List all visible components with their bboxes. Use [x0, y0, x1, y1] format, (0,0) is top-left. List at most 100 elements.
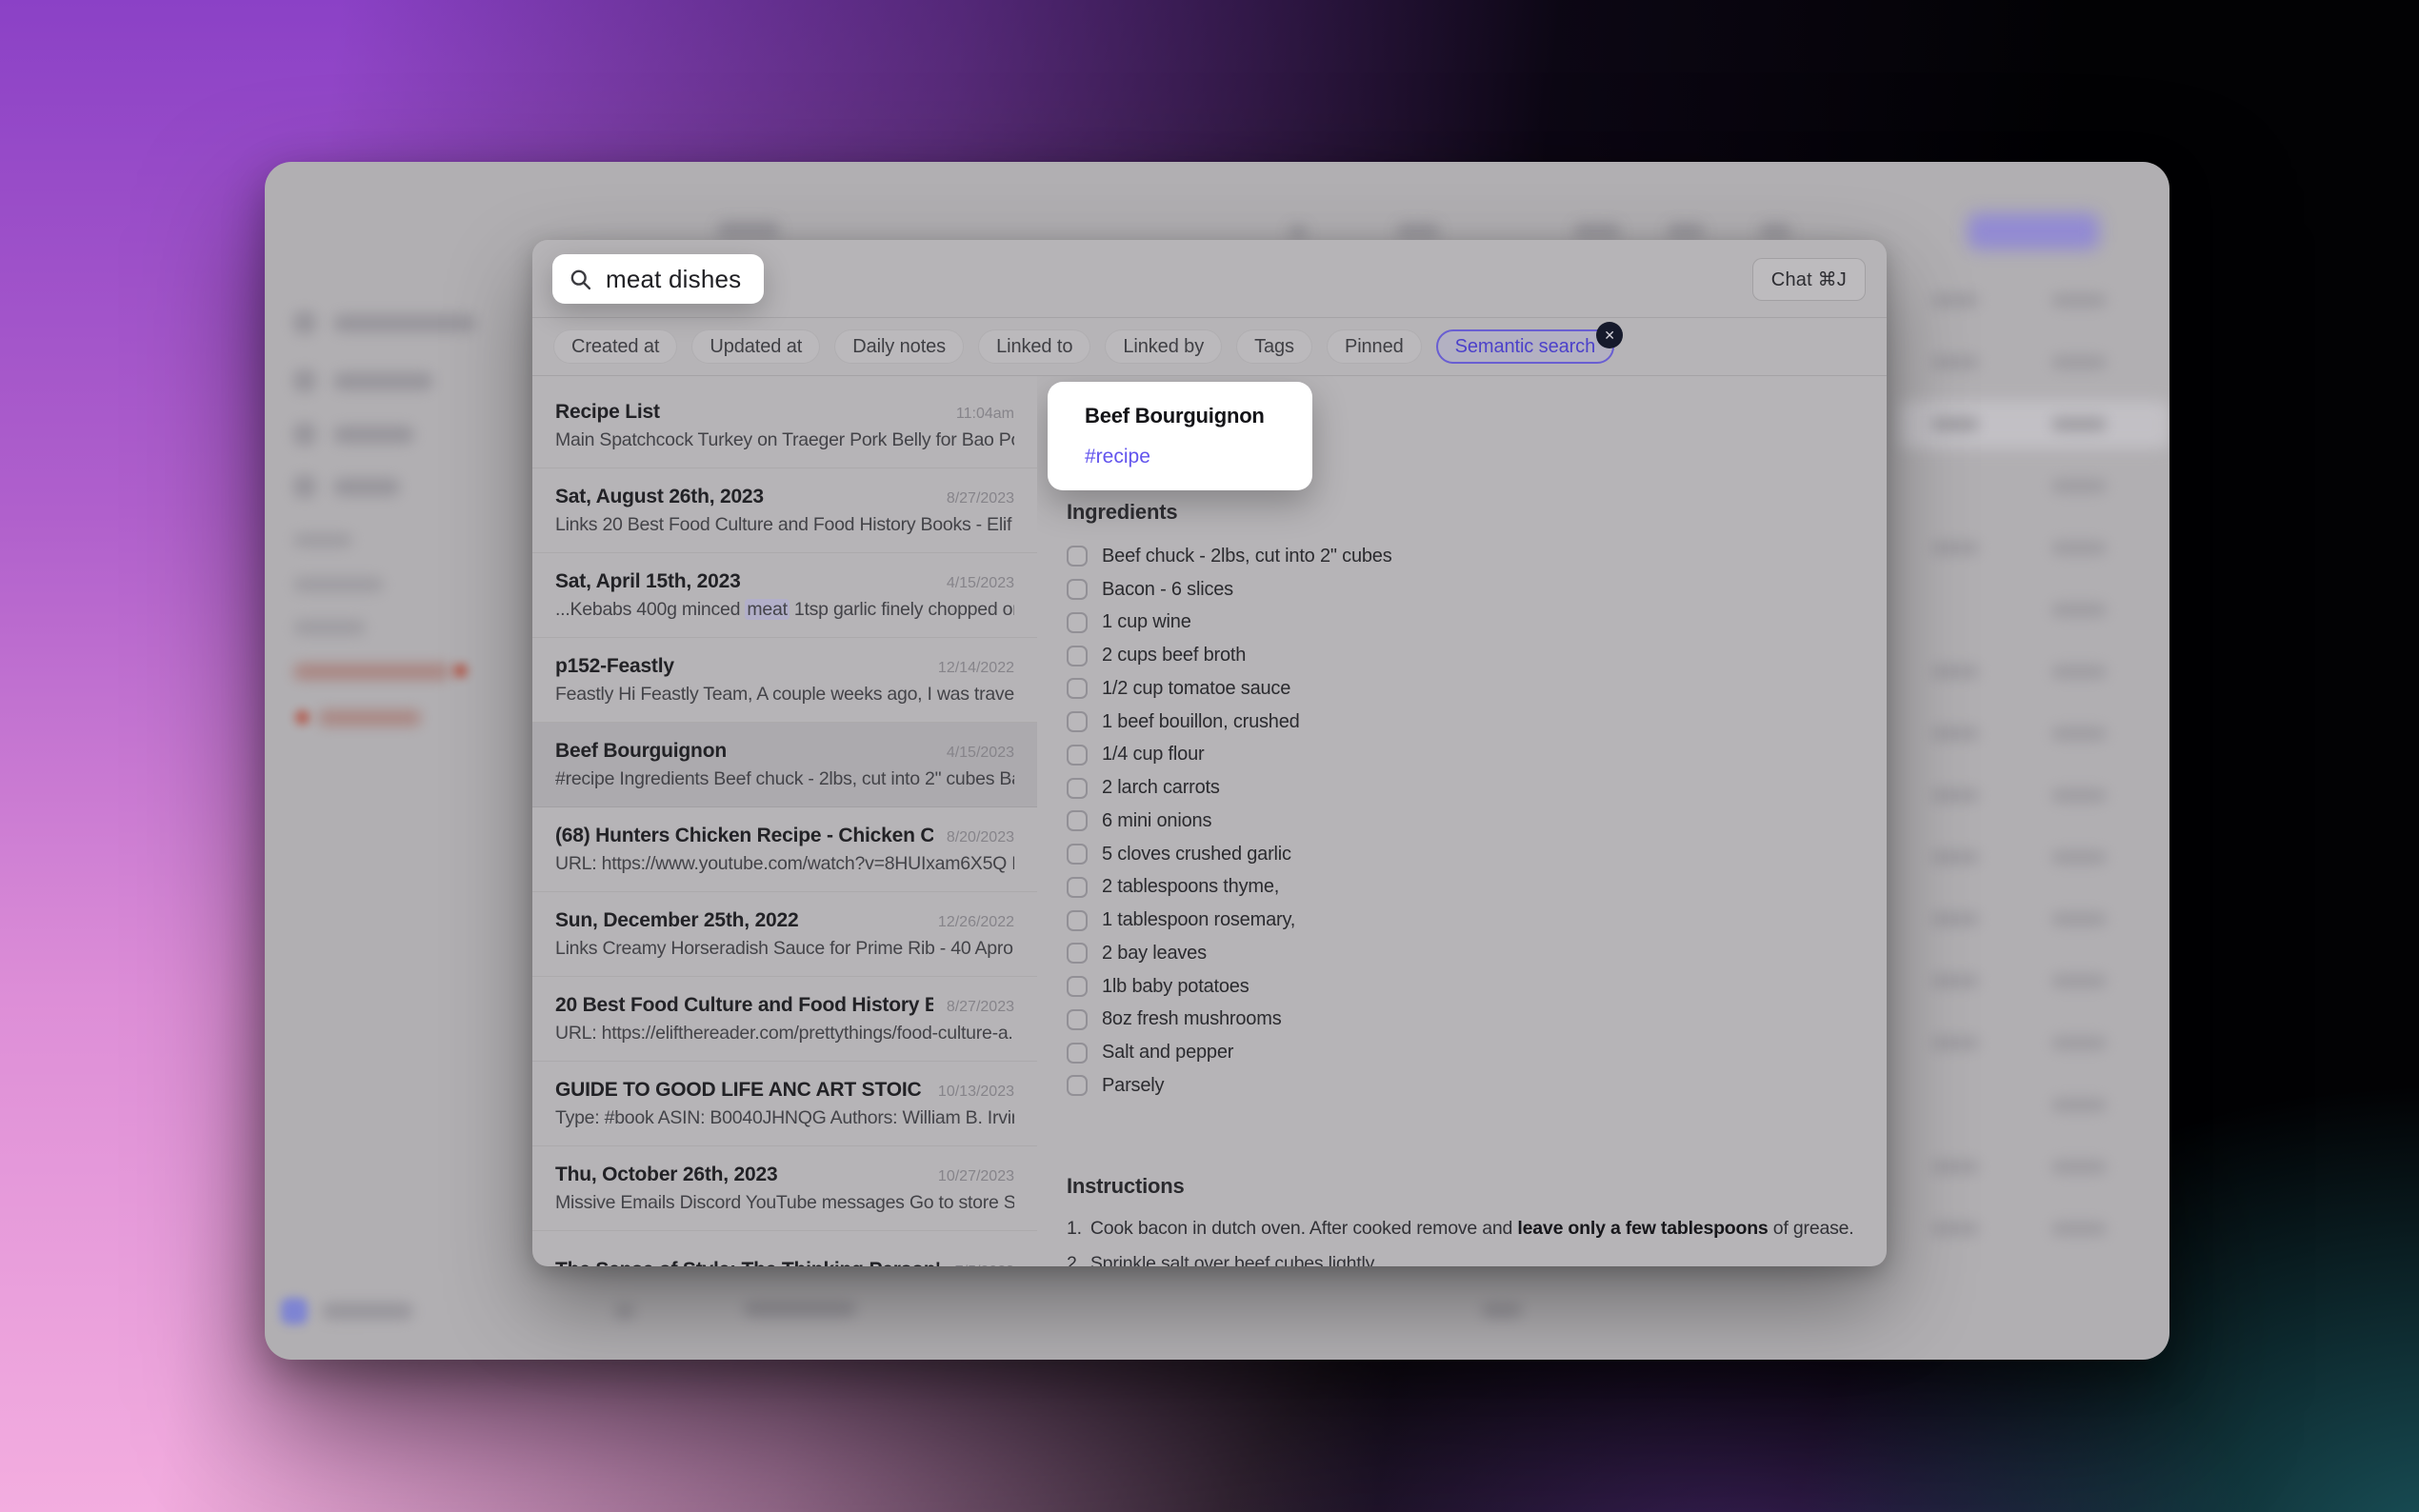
result-title: Sat, April 15th, 2023: [555, 569, 741, 592]
note-preview-card[interactable]: Beef Bourguignon #recipe: [1048, 382, 1312, 490]
result-date: 10/27/2023: [937, 1167, 1014, 1184]
result-title: The Sense of Style: The Thinking Person'…: [555, 1259, 942, 1266]
filter-chip-label: Created at: [571, 335, 660, 357]
ingredient-item: Bacon - 6 slices: [1067, 573, 1392, 607]
filter-chip[interactable]: Semantic search ✕: [1435, 322, 1624, 364]
result-date: 11:04am: [955, 405, 1014, 422]
blurred-table-cell: [2051, 912, 2107, 926]
search-result-row[interactable]: Sat, August 26th, 2023 8/27/2023 Links 2…: [532, 468, 1037, 553]
ingredient-checkbox[interactable]: [1067, 876, 1088, 898]
blurred-table-cell: [2051, 850, 2107, 865]
blurred-table-cell: [2051, 479, 2107, 493]
search-result-row[interactable]: Beef Bourguignon 4/15/2023 #recipe Ingre…: [532, 723, 1037, 807]
ingredient-checkbox[interactable]: [1067, 546, 1088, 567]
ingredient-checkbox[interactable]: [1067, 1075, 1088, 1097]
ingredient-item: 8oz fresh mushrooms: [1067, 1004, 1392, 1037]
blurred-table-cell: [1931, 417, 1979, 431]
ingredient-checkbox[interactable]: [1067, 810, 1088, 832]
blurred-table-cell: [2051, 603, 2107, 617]
blurred-table-cell: [1931, 726, 1979, 741]
instruction-item: 2. Sprinkle salt over beef cubes lightly: [1067, 1253, 1857, 1266]
ingredient-item: 1 tablespoon rosemary,: [1067, 904, 1392, 937]
result-title-row: GUIDE TO GOOD LIFE ANC ART STOIC JOY ...…: [555, 1079, 1014, 1102]
search-result-row[interactable]: p152-Feastly 12/14/2022 Feastly Hi Feast…: [532, 638, 1037, 723]
result-snippet: ...Kebabs 400g minced meat 1tsp garlic f…: [555, 598, 1014, 620]
ingredient-label: Bacon - 6 slices: [1102, 578, 1233, 600]
ingredients-list: Beef chuck - 2lbs, cut into 2" cubes Bac…: [1067, 540, 1392, 1103]
blurred-table-cell: [1931, 850, 1979, 865]
ingredient-checkbox[interactable]: [1067, 744, 1088, 766]
ingredient-label: Parsely: [1102, 1074, 1165, 1096]
blurred-table-cell: [2051, 665, 2107, 679]
ingredient-label: 2 tablespoons thyme,: [1102, 876, 1280, 898]
blurred-table-cell: [2051, 974, 2107, 988]
results-list: Recipe List 11:04am Main Spatchcock Turk…: [532, 376, 1037, 1266]
search-result-row[interactable]: Thu, October 26th, 2023 10/27/2023 Missi…: [532, 1146, 1037, 1231]
instruction-item: 1. Cook bacon in dutch oven. After cooke…: [1067, 1218, 1857, 1253]
blurred-table-cell: [1931, 912, 1979, 926]
filter-chip[interactable]: Tags: [1236, 329, 1312, 364]
blurred-sidebar-tag: [318, 710, 421, 726]
search-result-row[interactable]: The Sense of Style: The Thinking Person'…: [532, 1231, 1037, 1266]
instruction-text: Cook bacon in dutch oven. After cooked r…: [1090, 1218, 1854, 1239]
blurred-table-cell: [2051, 541, 2107, 555]
note-tag-recipe[interactable]: #recipe: [1085, 446, 1275, 468]
blurred-table-cell: [2051, 1222, 2107, 1236]
result-date: 4/15/2023: [946, 574, 1014, 591]
ingredient-checkbox[interactable]: [1067, 844, 1088, 865]
ingredients-heading: Ingredients: [1067, 500, 1178, 524]
blurred-toolbar-item: [1667, 223, 1705, 239]
filter-chip[interactable]: Linked by: [1105, 329, 1223, 364]
blurred-red-dot: [295, 710, 310, 725]
filter-chip[interactable]: Linked to: [978, 329, 1091, 364]
ingredient-checkbox[interactable]: [1067, 943, 1088, 965]
result-snippet: Links Creamy Horseradish Sauce for Prime…: [555, 937, 1014, 959]
blurred-sidebar-icon: [293, 423, 316, 446]
blurred-table-cell: [1931, 974, 1979, 988]
ingredient-checkbox[interactable]: [1067, 645, 1088, 666]
blurred-table-cell: [2051, 1036, 2107, 1050]
note-preview-pane: Beef Bourguignon #recipe Ingredients Bee…: [1037, 376, 1887, 1266]
ingredient-checkbox[interactable]: [1067, 777, 1088, 799]
blurred-toolbar-item: [1396, 223, 1440, 239]
result-snippet: URL: https://elifthereader.com/prettythi…: [555, 1022, 1014, 1044]
search-result-row[interactable]: Sat, April 15th, 2023 4/15/2023 ...Kebab…: [532, 553, 1037, 638]
blurred-table-cell: [1931, 788, 1979, 803]
ingredient-checkbox[interactable]: [1067, 579, 1088, 601]
remove-filter-icon[interactable]: ✕: [1596, 322, 1624, 348]
filter-chip-label: Pinned: [1344, 335, 1404, 357]
ingredient-checkbox[interactable]: [1067, 1008, 1088, 1030]
ingredient-checkbox[interactable]: [1067, 678, 1088, 700]
search-result-row[interactable]: (68) Hunters Chicken Recipe - Chicken Ch…: [532, 807, 1037, 892]
search-icon: [569, 268, 592, 291]
search-result-row[interactable]: Recipe List 11:04am Main Spatchcock Turk…: [532, 384, 1037, 468]
filter-chip[interactable]: Updated at: [691, 329, 821, 364]
ingredient-checkbox[interactable]: [1067, 1042, 1088, 1064]
search-input[interactable]: meat dishes: [552, 254, 765, 304]
blurred-sidebar-icon: [293, 369, 316, 392]
instruction-number: 2.: [1067, 1253, 1082, 1266]
chat-button-label: Chat ⌘J: [1770, 269, 1847, 290]
chat-button[interactable]: Chat ⌘J: [1751, 258, 1866, 301]
ingredient-checkbox[interactable]: [1067, 611, 1088, 633]
ingredient-item: 1lb baby potatoes: [1067, 970, 1392, 1004]
blurred-statusbar-item: [615, 1304, 634, 1319]
search-result-row[interactable]: Sun, December 25th, 2022 12/26/2022 Link…: [532, 892, 1037, 977]
blurred-sidebar-icon: [293, 475, 316, 498]
ingredient-label: 1lb baby potatoes: [1102, 975, 1249, 997]
result-date: 10/13/2023: [937, 1083, 1014, 1100]
ingredient-item: 1/2 cup tomatoe sauce: [1067, 672, 1392, 706]
result-title-row: p152-Feastly 12/14/2022: [555, 655, 1014, 678]
ingredient-checkbox[interactable]: [1067, 976, 1088, 998]
blurred-doc-title: [717, 221, 780, 239]
search-result-row[interactable]: 20 Best Food Culture and Food History Bo…: [532, 977, 1037, 1062]
ingredient-checkbox[interactable]: [1067, 909, 1088, 931]
result-title: p152-Feastly: [555, 654, 674, 677]
result-date: 12/14/2022: [937, 659, 1014, 676]
filter-chip[interactable]: Pinned: [1326, 329, 1422, 364]
search-result-row[interactable]: GUIDE TO GOOD LIFE ANC ART STOIC JOY ...…: [532, 1062, 1037, 1146]
ingredient-checkbox[interactable]: [1067, 711, 1088, 733]
filter-chip[interactable]: Created at: [553, 329, 678, 364]
blurred-table-cell: [1931, 1222, 1979, 1236]
filter-chip[interactable]: Daily notes: [834, 329, 965, 364]
